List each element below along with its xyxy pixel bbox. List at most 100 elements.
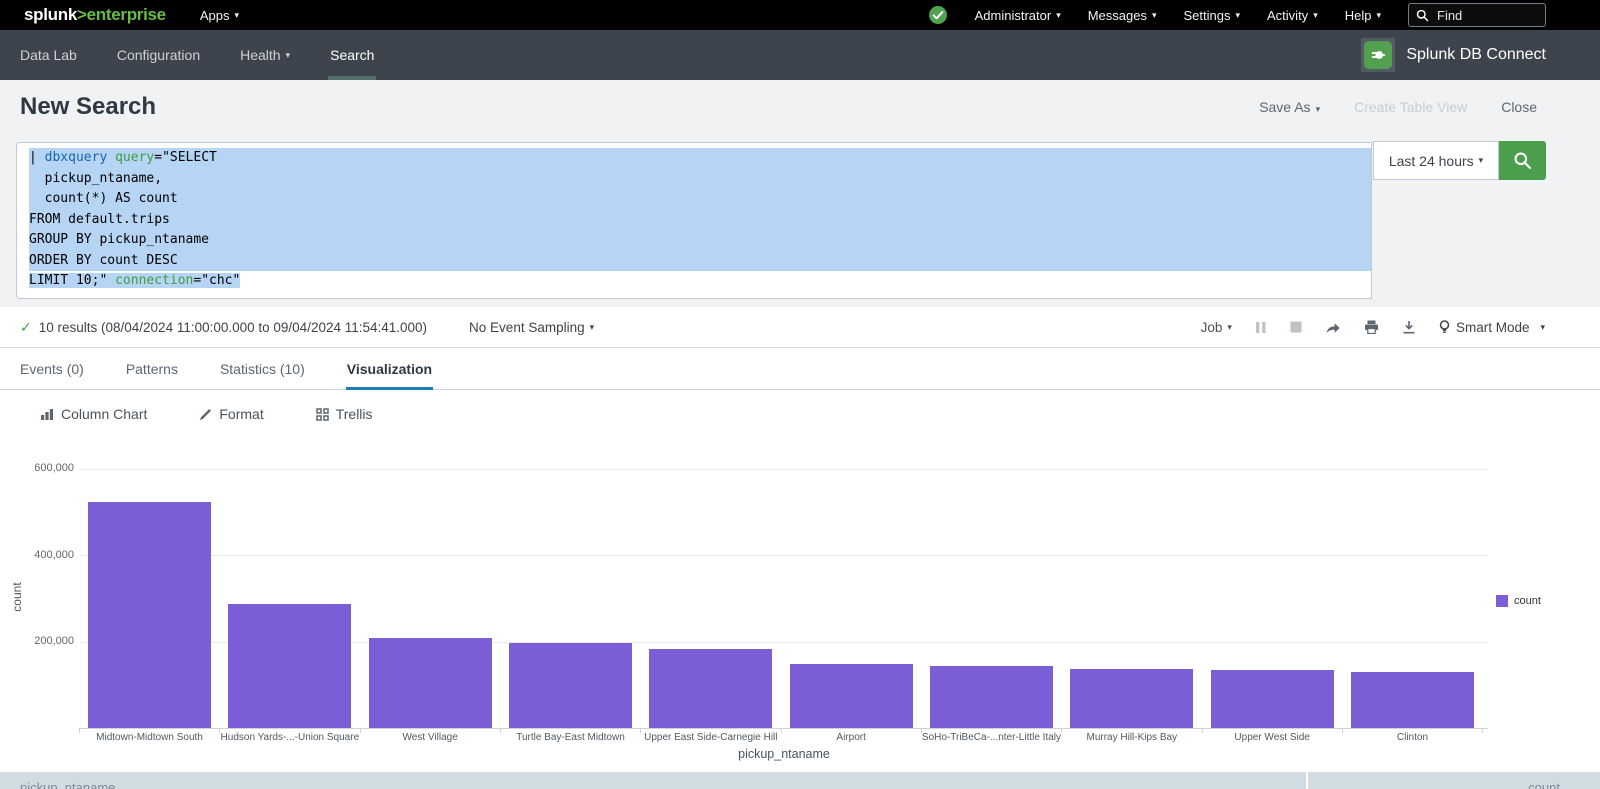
tab-patterns[interactable]: Patterns [126, 348, 178, 390]
appbar-item-data-lab[interactable]: Data Lab [20, 30, 77, 80]
time-range-picker[interactable]: Last 24 hours ▾ [1373, 141, 1499, 180]
x-category-label: Hudson Yards-...-Union Square [220, 732, 360, 743]
chart-bar[interactable] [1211, 670, 1334, 728]
nav-label: Configuration [117, 47, 200, 63]
topbar-menu-activity[interactable]: Activity▾ [1267, 8, 1318, 23]
close-button[interactable]: Close [1501, 99, 1537, 115]
pause-icon[interactable] [1255, 321, 1267, 334]
column-header-pickup-ntaname[interactable]: pickup_ntaname [0, 772, 1306, 789]
plug-icon [1364, 41, 1392, 69]
time-range-label: Last 24 hours [1389, 153, 1474, 169]
x-category-label: Murray Hill-Kips Bay [1062, 732, 1202, 743]
x-category-label: Upper East Side-Carnegie Hill [641, 732, 781, 743]
splunk-db-connect-window: splunk>enterprise Apps ▾ Administrator▾M… [0, 0, 1600, 789]
topbar-menu-settings[interactable]: Settings ▾ [1184, 8, 1241, 23]
tab-visualization[interactable]: Visualization [347, 348, 432, 390]
event-sampling-dropdown[interactable]: No Event Sampling ▾ [469, 320, 594, 335]
column-chart-icon [40, 407, 54, 421]
tab-events-0[interactable]: Events (0) [20, 348, 84, 390]
create-table-view-button: Create Table View [1354, 99, 1467, 115]
viz-toolbar: Column Chart Format Trellis [0, 390, 1600, 438]
appbar-nav: Data Lab Configuration Health ▾ Search [20, 30, 374, 80]
download-icon[interactable] [1402, 320, 1416, 334]
page-title: New Search [20, 93, 156, 121]
chevron-down-icon: ▾ [286, 50, 291, 61]
chart-bar[interactable] [369, 638, 492, 728]
status-check-circle-icon[interactable] [928, 5, 948, 25]
x-category-label: Airport [781, 732, 921, 743]
search-header-band: New Search Save As▾ Create Table View Cl… [0, 80, 1600, 307]
db-connect-app-icon [1361, 38, 1395, 72]
query-line: count(*) AS count [29, 189, 1371, 210]
chart-area: 200,000400,000600,000Midtown-Midtown Sou… [0, 440, 1600, 772]
gridline [80, 555, 1488, 556]
topbar-menu-messages[interactable]: Messages▾ [1088, 8, 1157, 23]
query-line: pickup_ntaname, [29, 169, 1371, 190]
chevron-down-icon: ▾ [1376, 10, 1381, 21]
topbar-menus: Administrator▾Messages▾Settings▾Activity… [975, 8, 1381, 23]
magnifier-icon [1513, 151, 1532, 170]
stop-icon[interactable] [1290, 321, 1302, 333]
x-category-label: Midtown-Midtown South [80, 732, 220, 743]
save-as-button[interactable]: Save As▾ [1259, 99, 1320, 115]
menu-label: Settings [1184, 8, 1231, 23]
trellis-grid-icon [316, 408, 329, 421]
job-label: Job [1201, 320, 1223, 335]
find-input[interactable] [1435, 7, 1519, 24]
appbar-item-search[interactable]: Search [330, 30, 374, 80]
chart-type-label: Column Chart [61, 406, 147, 422]
find-search-box[interactable] [1408, 3, 1546, 27]
topbar-menu-apps[interactable]: Apps ▾ [200, 8, 239, 23]
chart-bar[interactable] [649, 649, 772, 728]
chart-legend[interactable]: count [1496, 595, 1541, 607]
menu-label: Administrator [975, 8, 1052, 23]
column-header-count[interactable]: count [1308, 772, 1600, 789]
y-tick-label: 200,000 [0, 635, 74, 647]
chevron-down-icon: ▾ [590, 322, 595, 333]
header-actions: Save As▾ Create Table View Close [1259, 99, 1537, 115]
topbar-right: Administrator▾Messages▾Settings▾Activity… [928, 3, 1546, 27]
job-controls: Job ▾ Smart Mode ▾ [1201, 320, 1545, 335]
share-icon[interactable] [1325, 320, 1341, 335]
appbar-item-configuration[interactable]: Configuration [117, 30, 200, 80]
magnifier-icon [1416, 9, 1429, 22]
smart-mode-dropdown[interactable]: Smart Mode ▾ [1439, 320, 1545, 335]
query-line: | dbxquery query="SELECT [29, 148, 1371, 169]
chevron-down-icon: ▾ [1235, 10, 1240, 21]
global-topbar: splunk>enterprise Apps ▾ Administrator▾M… [0, 0, 1600, 30]
format-label: Format [219, 406, 263, 422]
search-query-editor[interactable]: | dbxquery query="SELECT pickup_ntaname,… [16, 142, 1372, 299]
appbar-item-health[interactable]: Health ▾ [240, 30, 290, 80]
chevron-down-icon: ▾ [1316, 104, 1321, 114]
topbar-menu-administrator[interactable]: Administrator▾ [975, 8, 1061, 23]
chevron-down-icon: ▾ [234, 10, 239, 21]
results-summary: 10 results (08/04/2024 11:00:00.000 to 0… [39, 320, 427, 335]
chart-bar[interactable] [228, 604, 351, 728]
chevron-down-icon: ▾ [1479, 155, 1484, 166]
format-button[interactable]: Format [199, 406, 263, 422]
job-menu-button[interactable]: Job ▾ [1201, 320, 1232, 335]
query-line: ORDER BY count DESC [29, 251, 1371, 272]
nav-label: Data Lab [20, 47, 77, 63]
search-submit-button[interactable] [1499, 141, 1546, 180]
menu-label: Activity [1267, 8, 1308, 23]
success-check-icon: ✓ [20, 319, 32, 336]
x-category-label: West Village [360, 732, 500, 743]
chart-bar[interactable] [1351, 672, 1474, 728]
tab-statistics-10[interactable]: Statistics (10) [220, 348, 305, 390]
x-category-label: Clinton [1342, 732, 1482, 743]
chart-bar[interactable] [790, 664, 913, 728]
statistics-table-header: pickup_ntaname count [0, 772, 1600, 789]
chart-bar[interactable] [1070, 669, 1193, 728]
chart-type-button[interactable]: Column Chart [40, 406, 147, 422]
chart-bar[interactable] [930, 666, 1053, 728]
print-icon[interactable] [1364, 320, 1379, 334]
trellis-button[interactable]: Trellis [316, 406, 373, 422]
topbar-menu-help[interactable]: Help▾ [1345, 8, 1381, 23]
chart-bar[interactable] [509, 643, 632, 728]
chart-bar[interactable] [88, 502, 211, 728]
chevron-down-icon: ▾ [1152, 10, 1157, 21]
y-axis-title: count [10, 567, 24, 627]
nav-label: Health [240, 47, 280, 63]
pencil-icon [199, 408, 212, 421]
